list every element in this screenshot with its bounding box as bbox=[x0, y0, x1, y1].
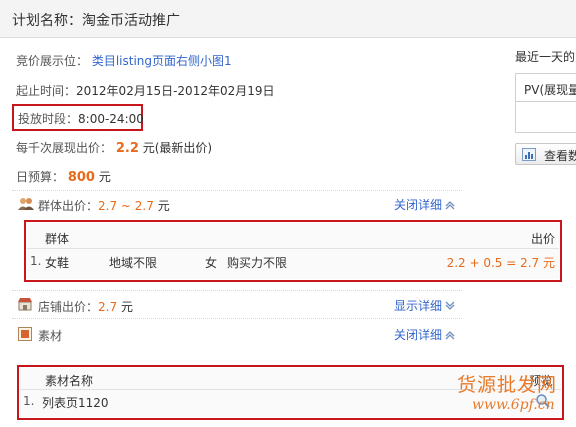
group-bid-label: 群体出价： bbox=[38, 199, 99, 213]
schedule-label: 投放时段： bbox=[18, 112, 79, 126]
watermark-title: 货源批发网 bbox=[457, 374, 558, 396]
watermark-url: www.6pf.cn bbox=[472, 397, 555, 413]
group-table-header: 群体 出价 bbox=[27, 223, 559, 249]
budget-row: 日预算： 800 元 bbox=[16, 168, 111, 185]
group-bid-toggle-label: 关闭详细 bbox=[394, 198, 443, 212]
group-people-icon bbox=[18, 198, 34, 210]
view-data-label: 查看数 bbox=[544, 149, 576, 163]
shop-bid-row: 店铺出价：2.7 元 bbox=[38, 298, 133, 315]
cpm-label: 每千次展现出价： bbox=[16, 141, 113, 155]
bid-column-header: 出价 bbox=[530, 232, 555, 246]
row-index: 1. bbox=[30, 254, 42, 268]
stats-table: PV(展现量 bbox=[515, 73, 576, 133]
group-bid-unit: 元 bbox=[157, 199, 170, 213]
time-label: 起止时间： bbox=[16, 84, 77, 98]
right-panel-title: 最近一天的 bbox=[515, 50, 576, 64]
material-name-header: 素材名称 bbox=[45, 374, 94, 388]
group-column-header: 群体 bbox=[45, 232, 70, 246]
divider bbox=[12, 190, 462, 191]
plan-title: 计划名称：淘金币活动推广 bbox=[12, 13, 180, 29]
position-link[interactable]: 类目listing页面右侧小图1 bbox=[92, 54, 232, 68]
time-row: 起止时间：2012年02月15日-2012年02月19日 bbox=[16, 82, 275, 99]
shop-bid-toggle-label: 显示详细 bbox=[394, 299, 443, 313]
shop-bid-toggle[interactable]: 显示详细 bbox=[394, 297, 455, 314]
row-purchasing-power: 购买力不限 bbox=[227, 256, 288, 270]
budget-label: 日预算： bbox=[16, 170, 65, 184]
row-sex: 女 bbox=[205, 256, 218, 270]
group-table: 群体 出价 1. 女鞋 地域不限 女 购买力不限 2.2 + 0.5 = 2.7… bbox=[27, 223, 559, 279]
view-data-button[interactable]: 查看数 bbox=[515, 143, 576, 165]
schedule-row: 投放时段：8:00-24:00 bbox=[18, 110, 144, 127]
budget-value: 800 bbox=[67, 170, 95, 185]
row-index: 1. bbox=[23, 394, 35, 408]
material-name: 列表页1120 bbox=[42, 396, 109, 410]
chevron-down-icon bbox=[445, 301, 455, 310]
plan-header: 计划名称：淘金币活动推广 bbox=[0, 0, 576, 38]
budget-unit: 元 bbox=[98, 170, 111, 184]
material-icon bbox=[18, 327, 32, 341]
group-bid-range: 2.7 ~ 2.7 bbox=[98, 199, 154, 213]
row-category: 女鞋 bbox=[45, 256, 70, 270]
materials-toggle-label: 关闭详细 bbox=[394, 328, 443, 342]
cpm-unit: 元(最新出价) bbox=[142, 141, 213, 155]
group-bid-toggle[interactable]: 关闭详细 bbox=[394, 196, 455, 213]
row-bid: 2.2 + 0.5 = 2.7 元 bbox=[446, 256, 555, 270]
schedule-value: 8:00-24:00 bbox=[78, 112, 144, 126]
chart-icon bbox=[522, 148, 536, 161]
divider bbox=[12, 290, 462, 291]
shop-bid-value: 2.7 bbox=[98, 300, 118, 314]
pv-column-header: PV(展现量 bbox=[524, 83, 576, 97]
materials-toggle[interactable]: 关闭详细 bbox=[394, 326, 455, 343]
chevron-up-icon bbox=[445, 331, 455, 340]
cpm-value: 2.2 bbox=[115, 141, 139, 156]
position-row: 竞价展示位： 类目listing页面右侧小图1 bbox=[16, 52, 232, 69]
row-region: 地域不限 bbox=[109, 256, 158, 270]
shop-bid-label: 店铺出价： bbox=[38, 300, 99, 314]
group-bid-row: 群体出价：2.7 ~ 2.7 元 bbox=[38, 197, 170, 214]
shop-icon bbox=[18, 298, 32, 311]
table-row: 1. 女鞋 地域不限 女 购买力不限 2.2 + 0.5 = 2.7 元 bbox=[27, 250, 559, 276]
cpm-row: 每千次展现出价： 2.2 元(最新出价) bbox=[16, 139, 212, 156]
divider bbox=[12, 318, 462, 319]
shop-bid-unit: 元 bbox=[120, 300, 133, 314]
chevron-up-icon bbox=[445, 201, 455, 210]
time-value: 2012年02月15日-2012年02月19日 bbox=[76, 84, 275, 98]
materials-label: 素材 bbox=[38, 329, 63, 343]
position-label: 竞价展示位： bbox=[16, 54, 89, 68]
